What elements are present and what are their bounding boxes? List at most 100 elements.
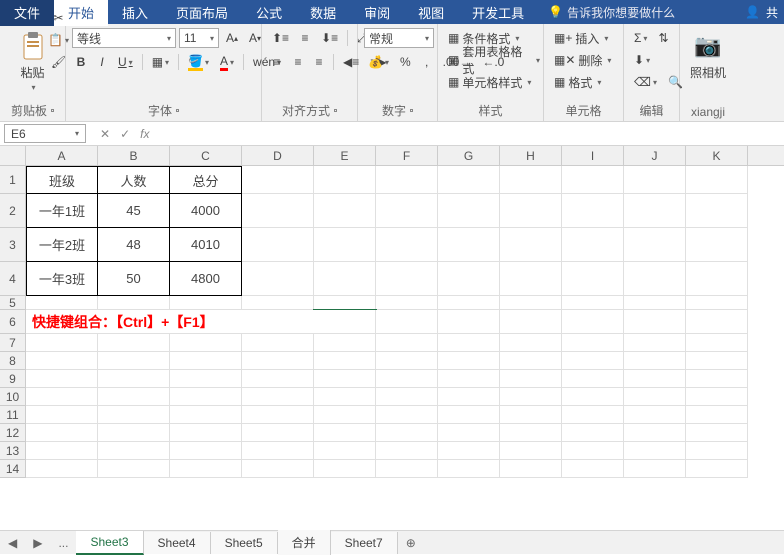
tab-insert[interactable]: 插入: [108, 0, 162, 26]
cell-B1[interactable]: 人数: [98, 166, 170, 194]
font-size-select[interactable]: 11▾: [179, 28, 219, 48]
cell-C7[interactable]: [170, 334, 242, 352]
row-header-13[interactable]: 13: [0, 442, 25, 460]
bold-button[interactable]: B: [72, 52, 90, 72]
sheet-tab-7[interactable]: Sheet7: [331, 532, 398, 554]
cell-G8[interactable]: [438, 352, 500, 370]
cell-H12[interactable]: [500, 424, 562, 442]
tab-view[interactable]: 视图: [404, 0, 458, 26]
align-right-button[interactable]: ≡: [310, 52, 328, 72]
cell-E7[interactable]: [314, 334, 376, 352]
col-header-J[interactable]: J: [624, 146, 686, 165]
cell-A14[interactable]: [26, 460, 98, 478]
cell-B3[interactable]: 48: [98, 228, 170, 262]
cell-B11[interactable]: [98, 406, 170, 424]
cell-I13[interactable]: [562, 442, 624, 460]
cell-J2[interactable]: [624, 194, 686, 228]
row-header-2[interactable]: 2: [0, 194, 25, 228]
cell-E9[interactable]: [314, 370, 376, 388]
cell-A12[interactable]: [26, 424, 98, 442]
cell-H7[interactable]: [500, 334, 562, 352]
tab-review[interactable]: 审阅: [350, 0, 404, 26]
cell-C4[interactable]: 4800: [170, 262, 242, 296]
grow-font-button[interactable]: A▴: [222, 28, 242, 48]
cell-J5[interactable]: [624, 296, 686, 310]
sheet-tab-merge[interactable]: 合并: [278, 530, 331, 555]
cell-D4[interactable]: [242, 262, 314, 296]
tell-me[interactable]: 💡告诉我你想要做什么: [548, 4, 675, 21]
col-header-D[interactable]: D: [242, 146, 314, 165]
sheet-tab-4[interactable]: Sheet4: [144, 532, 211, 554]
cell-K14[interactable]: [686, 460, 748, 478]
cell-B13[interactable]: [98, 442, 170, 460]
cell-C9[interactable]: [170, 370, 242, 388]
camera-button[interactable]: 📷 照相机: [686, 28, 730, 83]
cell-F4[interactable]: [376, 262, 438, 296]
comma-button[interactable]: ,: [418, 52, 436, 72]
cell-J10[interactable]: [624, 388, 686, 406]
tab-data[interactable]: 数据: [296, 0, 350, 26]
cell-A9[interactable]: [26, 370, 98, 388]
align-top-button[interactable]: ⬆≡: [268, 28, 293, 48]
cell-K10[interactable]: [686, 388, 748, 406]
cell-J8[interactable]: [624, 352, 686, 370]
cell-C11[interactable]: [170, 406, 242, 424]
cell-F5[interactable]: [376, 296, 438, 310]
sort-button[interactable]: ⇅: [654, 28, 672, 48]
cell-H11[interactable]: [500, 406, 562, 424]
share-button[interactable]: 👤共: [745, 0, 778, 24]
cell-A5[interactable]: [26, 296, 98, 310]
table-format-button[interactable]: ▦套用表格格式▾: [444, 50, 544, 70]
col-header-A[interactable]: A: [26, 146, 98, 165]
cell-D12[interactable]: [242, 424, 314, 442]
col-header-H[interactable]: H: [500, 146, 562, 165]
cell-G11[interactable]: [438, 406, 500, 424]
format-cells-button[interactable]: ▦格式▾: [550, 72, 624, 92]
cell-J14[interactable]: [624, 460, 686, 478]
cell-F11[interactable]: [376, 406, 438, 424]
cell-E3[interactable]: [314, 228, 376, 262]
cell-G4[interactable]: [438, 262, 500, 296]
cell-I2[interactable]: [562, 194, 624, 228]
cell-I12[interactable]: [562, 424, 624, 442]
cell-F14[interactable]: [376, 460, 438, 478]
align-bot-button[interactable]: ⬇≡: [317, 28, 342, 48]
cell-J6[interactable]: [624, 310, 686, 334]
cell-K7[interactable]: [686, 334, 748, 352]
col-header-G[interactable]: G: [438, 146, 500, 165]
cell-A7[interactable]: [26, 334, 98, 352]
cell-I5[interactable]: [562, 296, 624, 310]
cell-C1[interactable]: 总分: [170, 166, 242, 194]
cell-C14[interactable]: [170, 460, 242, 478]
fx-icon[interactable]: fx: [140, 127, 149, 141]
cell-I1[interactable]: [562, 166, 624, 194]
cell-G12[interactable]: [438, 424, 500, 442]
sum-button[interactable]: Σ▾: [630, 28, 651, 48]
cell-G1[interactable]: [438, 166, 500, 194]
cell-K5[interactable]: [686, 296, 748, 310]
cell-B2[interactable]: 45: [98, 194, 170, 228]
cell-F13[interactable]: [376, 442, 438, 460]
col-header-I[interactable]: I: [562, 146, 624, 165]
cell-F2[interactable]: [376, 194, 438, 228]
cell-A4[interactable]: 一年3班: [26, 262, 98, 296]
row-header-11[interactable]: 11: [0, 406, 25, 424]
cell-K6[interactable]: [686, 310, 748, 334]
cell-A10[interactable]: [26, 388, 98, 406]
cell-B7[interactable]: [98, 334, 170, 352]
tab-dev[interactable]: 开发工具: [458, 0, 538, 26]
cells-area[interactable]: 班级人数总分一年1班454000一年2班484010一年3班504800快捷键组…: [26, 166, 784, 530]
cell-E10[interactable]: [314, 388, 376, 406]
cell-I10[interactable]: [562, 388, 624, 406]
cell-I9[interactable]: [562, 370, 624, 388]
cell-A11[interactable]: [26, 406, 98, 424]
cell-F6[interactable]: [376, 310, 438, 334]
more-sheets-button[interactable]: ...: [50, 532, 76, 554]
border-button[interactable]: ▦▾: [148, 52, 173, 72]
cell-E4[interactable]: [314, 262, 376, 296]
cell-G3[interactable]: [438, 228, 500, 262]
cell-I3[interactable]: [562, 228, 624, 262]
cell-C2[interactable]: 4000: [170, 194, 242, 228]
cell-F3[interactable]: [376, 228, 438, 262]
copy-button[interactable]: 📋▾: [44, 30, 73, 50]
